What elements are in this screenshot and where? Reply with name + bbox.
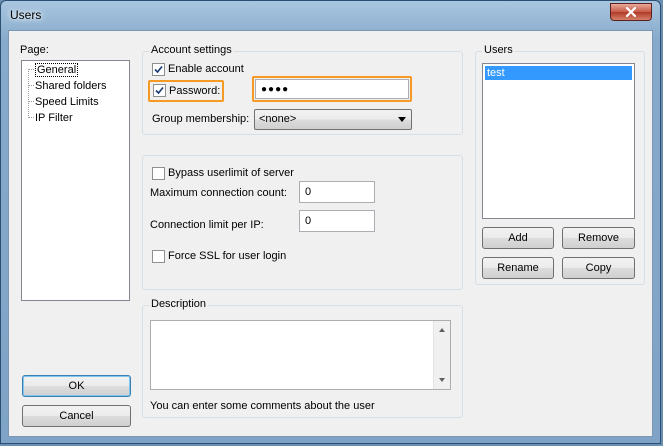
max-connections-input[interactable]: 0 <box>299 181 375 203</box>
users-list[interactable]: test <box>482 63 635 219</box>
password-label: Password: <box>169 85 221 97</box>
rename-user-button[interactable]: Rename <box>482 257 554 279</box>
password-checkbox[interactable] <box>153 84 166 97</box>
max-connections-label: Maximum connection count: <box>150 187 287 199</box>
description-hint: You can enter some comments about the us… <box>150 400 375 412</box>
group-membership-value: <none> <box>259 113 297 125</box>
description-textarea[interactable] <box>150 320 451 390</box>
enable-account-checkbox[interactable] <box>152 63 165 76</box>
close-icon <box>626 7 636 17</box>
group-membership-label: Group membership: <box>152 113 250 125</box>
bypass-userlimit-label: Bypass userlimit of server <box>168 167 294 179</box>
tree-item-speed-limits[interactable]: Speed Limits <box>35 95 99 109</box>
dialog-client-area: Page: General Shared folders Speed Limit… <box>8 30 653 437</box>
scroll-up-icon[interactable] <box>439 328 445 332</box>
tree-connector <box>28 69 29 118</box>
tree-item-general[interactable]: General <box>35 63 79 77</box>
checkmark-icon <box>155 86 164 95</box>
tree-item-label: General <box>35 63 79 77</box>
checkmark-icon <box>154 65 163 74</box>
tree-item-shared-folders[interactable]: Shared folders <box>35 79 107 93</box>
scroll-down-icon[interactable] <box>439 378 445 382</box>
ok-button[interactable]: OK <box>22 375 131 397</box>
tree-item-label: Speed Limits <box>35 96 99 108</box>
group-membership-select[interactable]: <none> <box>254 109 412 130</box>
password-input[interactable]: ●●●● <box>255 79 409 99</box>
enable-account-label: Enable account <box>168 63 244 75</box>
close-button[interactable] <box>610 3 652 21</box>
page-tree[interactable]: General Shared folders Speed Limits IP F… <box>21 60 130 301</box>
description-title: Description <box>149 298 209 310</box>
chevron-down-icon <box>398 117 406 122</box>
tree-connector <box>28 117 34 118</box>
remove-user-button[interactable]: Remove <box>562 227 635 249</box>
page-label: Page: <box>20 44 49 56</box>
add-user-button[interactable]: Add <box>482 227 554 249</box>
force-ssl-label: Force SSL for user login <box>168 250 287 262</box>
account-settings-title: Account settings <box>149 44 234 56</box>
tree-connector <box>28 69 34 70</box>
tree-connector <box>28 85 34 86</box>
cancel-button[interactable]: Cancel <box>22 405 131 427</box>
limit-per-ip-input[interactable]: 0 <box>299 210 375 232</box>
tree-item-label: Shared folders <box>35 80 107 92</box>
users-title: Users <box>482 44 515 56</box>
limit-per-ip-label: Connection limit per IP: <box>150 219 264 231</box>
list-item-user[interactable]: test <box>485 66 632 80</box>
force-ssl-checkbox[interactable] <box>152 250 165 263</box>
copy-user-button[interactable]: Copy <box>562 257 635 279</box>
description-scrollbar[interactable] <box>433 321 450 389</box>
tree-item-ip-filter[interactable]: IP Filter <box>35 111 73 125</box>
tree-connector <box>28 101 34 102</box>
window-title: Users <box>10 8 42 22</box>
bypass-userlimit-checkbox[interactable] <box>152 167 165 180</box>
tree-item-label: IP Filter <box>35 112 73 124</box>
title-bar[interactable]: Users <box>1 1 660 31</box>
users-dialog: Users Page: General Shared folders Speed… <box>0 0 661 444</box>
